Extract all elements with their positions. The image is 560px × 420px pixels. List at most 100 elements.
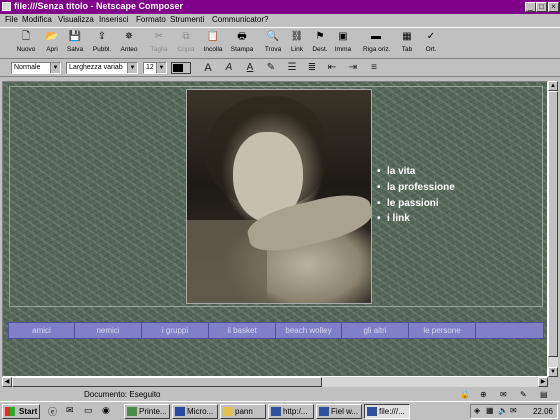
paste-button[interactable]: 📋 Incolla — [200, 30, 226, 56]
navigation-bar: amici nemici i gruppi il basket beach wo… — [8, 322, 544, 339]
menu-help[interactable]: ? — [264, 15, 268, 24]
scroll-right-icon[interactable]: ▶ — [538, 377, 548, 387]
table-icon: ▦ — [402, 31, 412, 42]
vertical-scroll-thumb[interactable] — [548, 91, 558, 357]
paragraph-style-select[interactable]: Normale ▼ — [11, 62, 61, 74]
security-icon[interactable]: 🔒 — [460, 390, 470, 399]
bullet-icon: • — [377, 213, 381, 224]
spell-icon: ✓ — [426, 31, 436, 42]
chevron-down-icon: ▼ — [127, 63, 137, 73]
channels-quicklaunch-icon[interactable]: ◉ — [102, 405, 110, 416]
mail-icon[interactable]: ✉ — [500, 390, 507, 399]
status-text: Documento: Eseguito — [84, 390, 161, 399]
menu-bar: File Modifica Visualizza Inserisci Forma… — [0, 14, 560, 27]
preview-button[interactable]: ✵ Anteo — [116, 30, 142, 56]
taskbar-button-http[interactable]: http:/... — [268, 404, 314, 419]
tray-network-icon[interactable]: ▦ — [486, 406, 494, 415]
italic-a-icon[interactable]: A — [222, 62, 236, 74]
formatting-toolbar: Normale ▼ Larghezza variab ▼ 12 ▼ A A A ✎ ☰… — [0, 59, 560, 77]
nav-empty[interactable] — [476, 323, 543, 338]
new-button[interactable]: 🗋 Nuovo — [13, 30, 39, 56]
menu-communicator[interactable]: Communicator — [212, 15, 264, 24]
menu-modifica[interactable]: Modifica — [22, 15, 52, 24]
navigator-icon[interactable]: ⊕ — [480, 390, 487, 399]
nav-gli-altri[interactable]: gli altri — [342, 323, 409, 338]
indent-icon[interactable]: ⇥ — [346, 62, 360, 74]
horizontal-scroll-thumb[interactable] — [12, 377, 322, 387]
close-button[interactable]: × — [548, 2, 559, 12]
window-title-bar[interactable]: file:///Senza titolo - Netscape Composer… — [0, 0, 560, 14]
find-button[interactable]: 🔍 Trova — [260, 30, 286, 56]
save-button[interactable]: 💾 Salva — [62, 30, 88, 56]
clock[interactable]: 22.06 — [533, 405, 553, 418]
scroll-left-icon[interactable]: ◀ — [2, 377, 12, 387]
menu-inserisci[interactable]: Inserisci — [99, 15, 128, 24]
copy-button[interactable]: ⧉ Copia — [173, 30, 199, 56]
taskbar-button-fiel[interactable]: Fiel w... — [316, 404, 362, 419]
dock-icon[interactable]: ▤ — [540, 390, 548, 399]
numbered-list-icon[interactable]: ≣ — [305, 62, 319, 74]
vertical-scrollbar[interactable]: ▲ ▼ — [548, 81, 558, 377]
folder-icon — [223, 407, 233, 416]
nav-il-basket[interactable]: il basket — [209, 323, 276, 338]
nav-i-gruppi[interactable]: i gruppi — [142, 323, 209, 338]
composer-app-icon — [367, 407, 377, 416]
horizontal-scrollbar[interactable]: ◀ ▶ — [2, 377, 548, 387]
bullet-list-icon[interactable]: ☰ — [285, 62, 299, 74]
link-la-vita[interactable]: • la vita — [377, 166, 415, 177]
link-la-professione[interactable]: • la professione — [377, 182, 455, 193]
tray-volume-icon[interactable]: 🔈 — [498, 406, 508, 415]
align-icon[interactable]: ≡ — [367, 62, 381, 74]
scroll-down-icon[interactable]: ▼ — [548, 367, 558, 377]
font-select[interactable]: Larghezza variab ▼ — [66, 62, 138, 74]
font-size-decrease-icon[interactable]: A — [201, 62, 215, 74]
tray-antivirus-icon[interactable]: ◈ — [474, 406, 480, 415]
outlook-quicklaunch-icon[interactable]: ✉ — [66, 405, 74, 416]
chevron-down-icon: ▼ — [156, 63, 166, 73]
nav-amici[interactable]: amici — [9, 323, 75, 338]
tray-mail-icon[interactable]: ✉ — [510, 406, 517, 415]
desktop-quicklaunch-icon[interactable]: ▭ — [84, 405, 93, 416]
link-le-passioni[interactable]: • le passioni — [377, 198, 439, 209]
taskbar-button-folder[interactable]: pann — [220, 404, 266, 419]
outdent-icon[interactable]: ⇤ — [325, 62, 339, 74]
spellcheck-button[interactable]: ✓ Ort. — [418, 30, 444, 56]
menu-strumenti[interactable]: Strumenti — [170, 15, 204, 24]
publish-button[interactable]: ⇪ Pubbl. — [89, 30, 115, 56]
save-icon: 💾 — [68, 31, 82, 42]
chevron-down-icon: ▼ — [50, 63, 60, 73]
image-button[interactable]: ▣ Imma — [330, 30, 356, 56]
nav-le-persone[interactable]: le persone — [409, 323, 476, 338]
hrule-icon: ▬ — [371, 31, 381, 42]
underline-a-icon[interactable]: A — [243, 62, 257, 74]
ie-quicklaunch-icon[interactable]: ⓔ — [48, 405, 57, 418]
menu-file[interactable]: File — [5, 15, 18, 24]
taskbar-button-microsoft[interactable]: Micro... — [172, 404, 218, 419]
portrait-photo — [186, 89, 372, 304]
text-color-swatch — [173, 64, 183, 72]
print-button[interactable]: 🖶 Stampa — [229, 30, 255, 56]
find-icon: 🔍 — [266, 31, 280, 42]
menu-formato[interactable]: Formato — [136, 15, 166, 24]
composer-app-icon[interactable] — [2, 2, 11, 11]
windows-logo-icon — [5, 407, 15, 416]
nav-nemici[interactable]: nemici — [75, 323, 142, 338]
link-i-link[interactable]: • i link — [377, 213, 410, 224]
maximize-button[interactable]: □ — [536, 2, 547, 12]
minimize-button[interactable]: _ — [525, 2, 536, 12]
status-bar: Documento: Eseguito 🔒 ⊕ ✉ ✎ ▤ — [0, 389, 560, 400]
taskbar-button-composer[interactable]: file:///... — [364, 404, 410, 419]
text-color-button[interactable] — [171, 62, 191, 74]
start-button[interactable]: Start — [2, 404, 40, 419]
cut-button[interactable]: ✂ Taglia — [146, 30, 172, 56]
clear-styles-icon[interactable]: ✎ — [264, 62, 278, 74]
paste-icon: 📋 — [206, 31, 220, 42]
hrule-button[interactable]: ▬ Riga oriz. — [363, 30, 390, 56]
font-size-select[interactable]: 12 ▼ — [143, 62, 167, 74]
nav-beach-wolley[interactable]: beach wolley — [276, 323, 342, 338]
scroll-up-icon[interactable]: ▲ — [548, 81, 558, 91]
composer-icon[interactable]: ✎ — [520, 390, 527, 399]
taskbar-button-printer[interactable]: Printe... — [124, 404, 170, 419]
menu-visualizza[interactable]: Visualizza — [58, 15, 94, 24]
table-button[interactable]: ▦ Tab — [394, 30, 420, 56]
